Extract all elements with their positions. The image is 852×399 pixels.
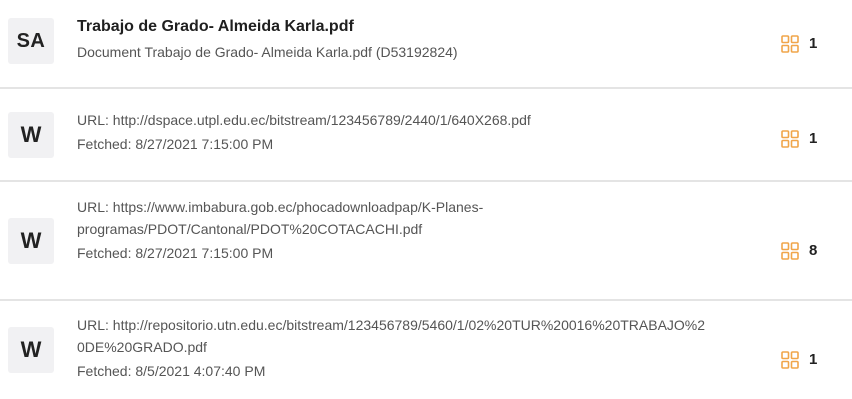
source-url-line[interactable]: URL: https://www.imbabura.gob.ec/phocado… [77, 196, 777, 218]
blocks-icon[interactable] [781, 351, 799, 369]
source-subtitle: Document Trabajo de Grado- Almeida Karla… [77, 44, 458, 60]
match-count: 1 [809, 351, 818, 368]
source-row-web[interactable]: W URL: https://www.imbabura.gob.ec/phoca… [0, 181, 852, 300]
blocks-icon[interactable] [781, 242, 799, 260]
source-details: URL: http://dspace.utpl.edu.ec/bitstream… [77, 109, 777, 155]
source-type-badge: W [8, 327, 54, 373]
source-title[interactable]: Trabajo de Grado- Almeida Karla.pdf [77, 17, 777, 37]
source-type-badge: SA [8, 18, 54, 64]
source-type-badge: W [8, 218, 54, 264]
source-url-line[interactable]: 0DE%20GRADO.pdf [77, 336, 777, 358]
source-row-web[interactable]: W URL: http://repositorio.utn.edu.ec/bit… [0, 300, 852, 399]
source-list: SA Trabajo de Grado- Almeida Karla.pdf D… [0, 0, 852, 399]
fetched-timestamp: Fetched: 8/27/2021 7:15:00 PM [77, 136, 274, 152]
source-details: URL: https://www.imbabura.gob.ec/phocado… [77, 196, 777, 264]
source-url-line[interactable]: URL: http://repositorio.utn.edu.ec/bitst… [77, 314, 777, 336]
source-details: URL: http://repositorio.utn.edu.ec/bitst… [77, 314, 777, 382]
match-count: 1 [809, 35, 818, 52]
source-row-document[interactable]: SA Trabajo de Grado- Almeida Karla.pdf D… [0, 0, 852, 88]
blocks-icon[interactable] [781, 35, 799, 53]
fetched-timestamp: Fetched: 8/5/2021 4:07:40 PM [77, 363, 266, 379]
blocks-icon[interactable] [781, 130, 799, 148]
source-url[interactable]: URL: http://dspace.utpl.edu.ec/bitstream… [77, 109, 777, 131]
source-type-badge: W [8, 112, 54, 158]
match-count: 1 [809, 130, 818, 147]
source-details: Trabajo de Grado- Almeida Karla.pdf Docu… [77, 17, 777, 62]
match-count: 8 [809, 242, 818, 259]
source-row-web[interactable]: W URL: http://dspace.utpl.edu.ec/bitstre… [0, 88, 852, 181]
source-url-line[interactable]: programas/PDOT/Cantonal/PDOT%20COTACACHI… [77, 218, 777, 240]
fetched-timestamp: Fetched: 8/27/2021 7:15:00 PM [77, 245, 274, 261]
